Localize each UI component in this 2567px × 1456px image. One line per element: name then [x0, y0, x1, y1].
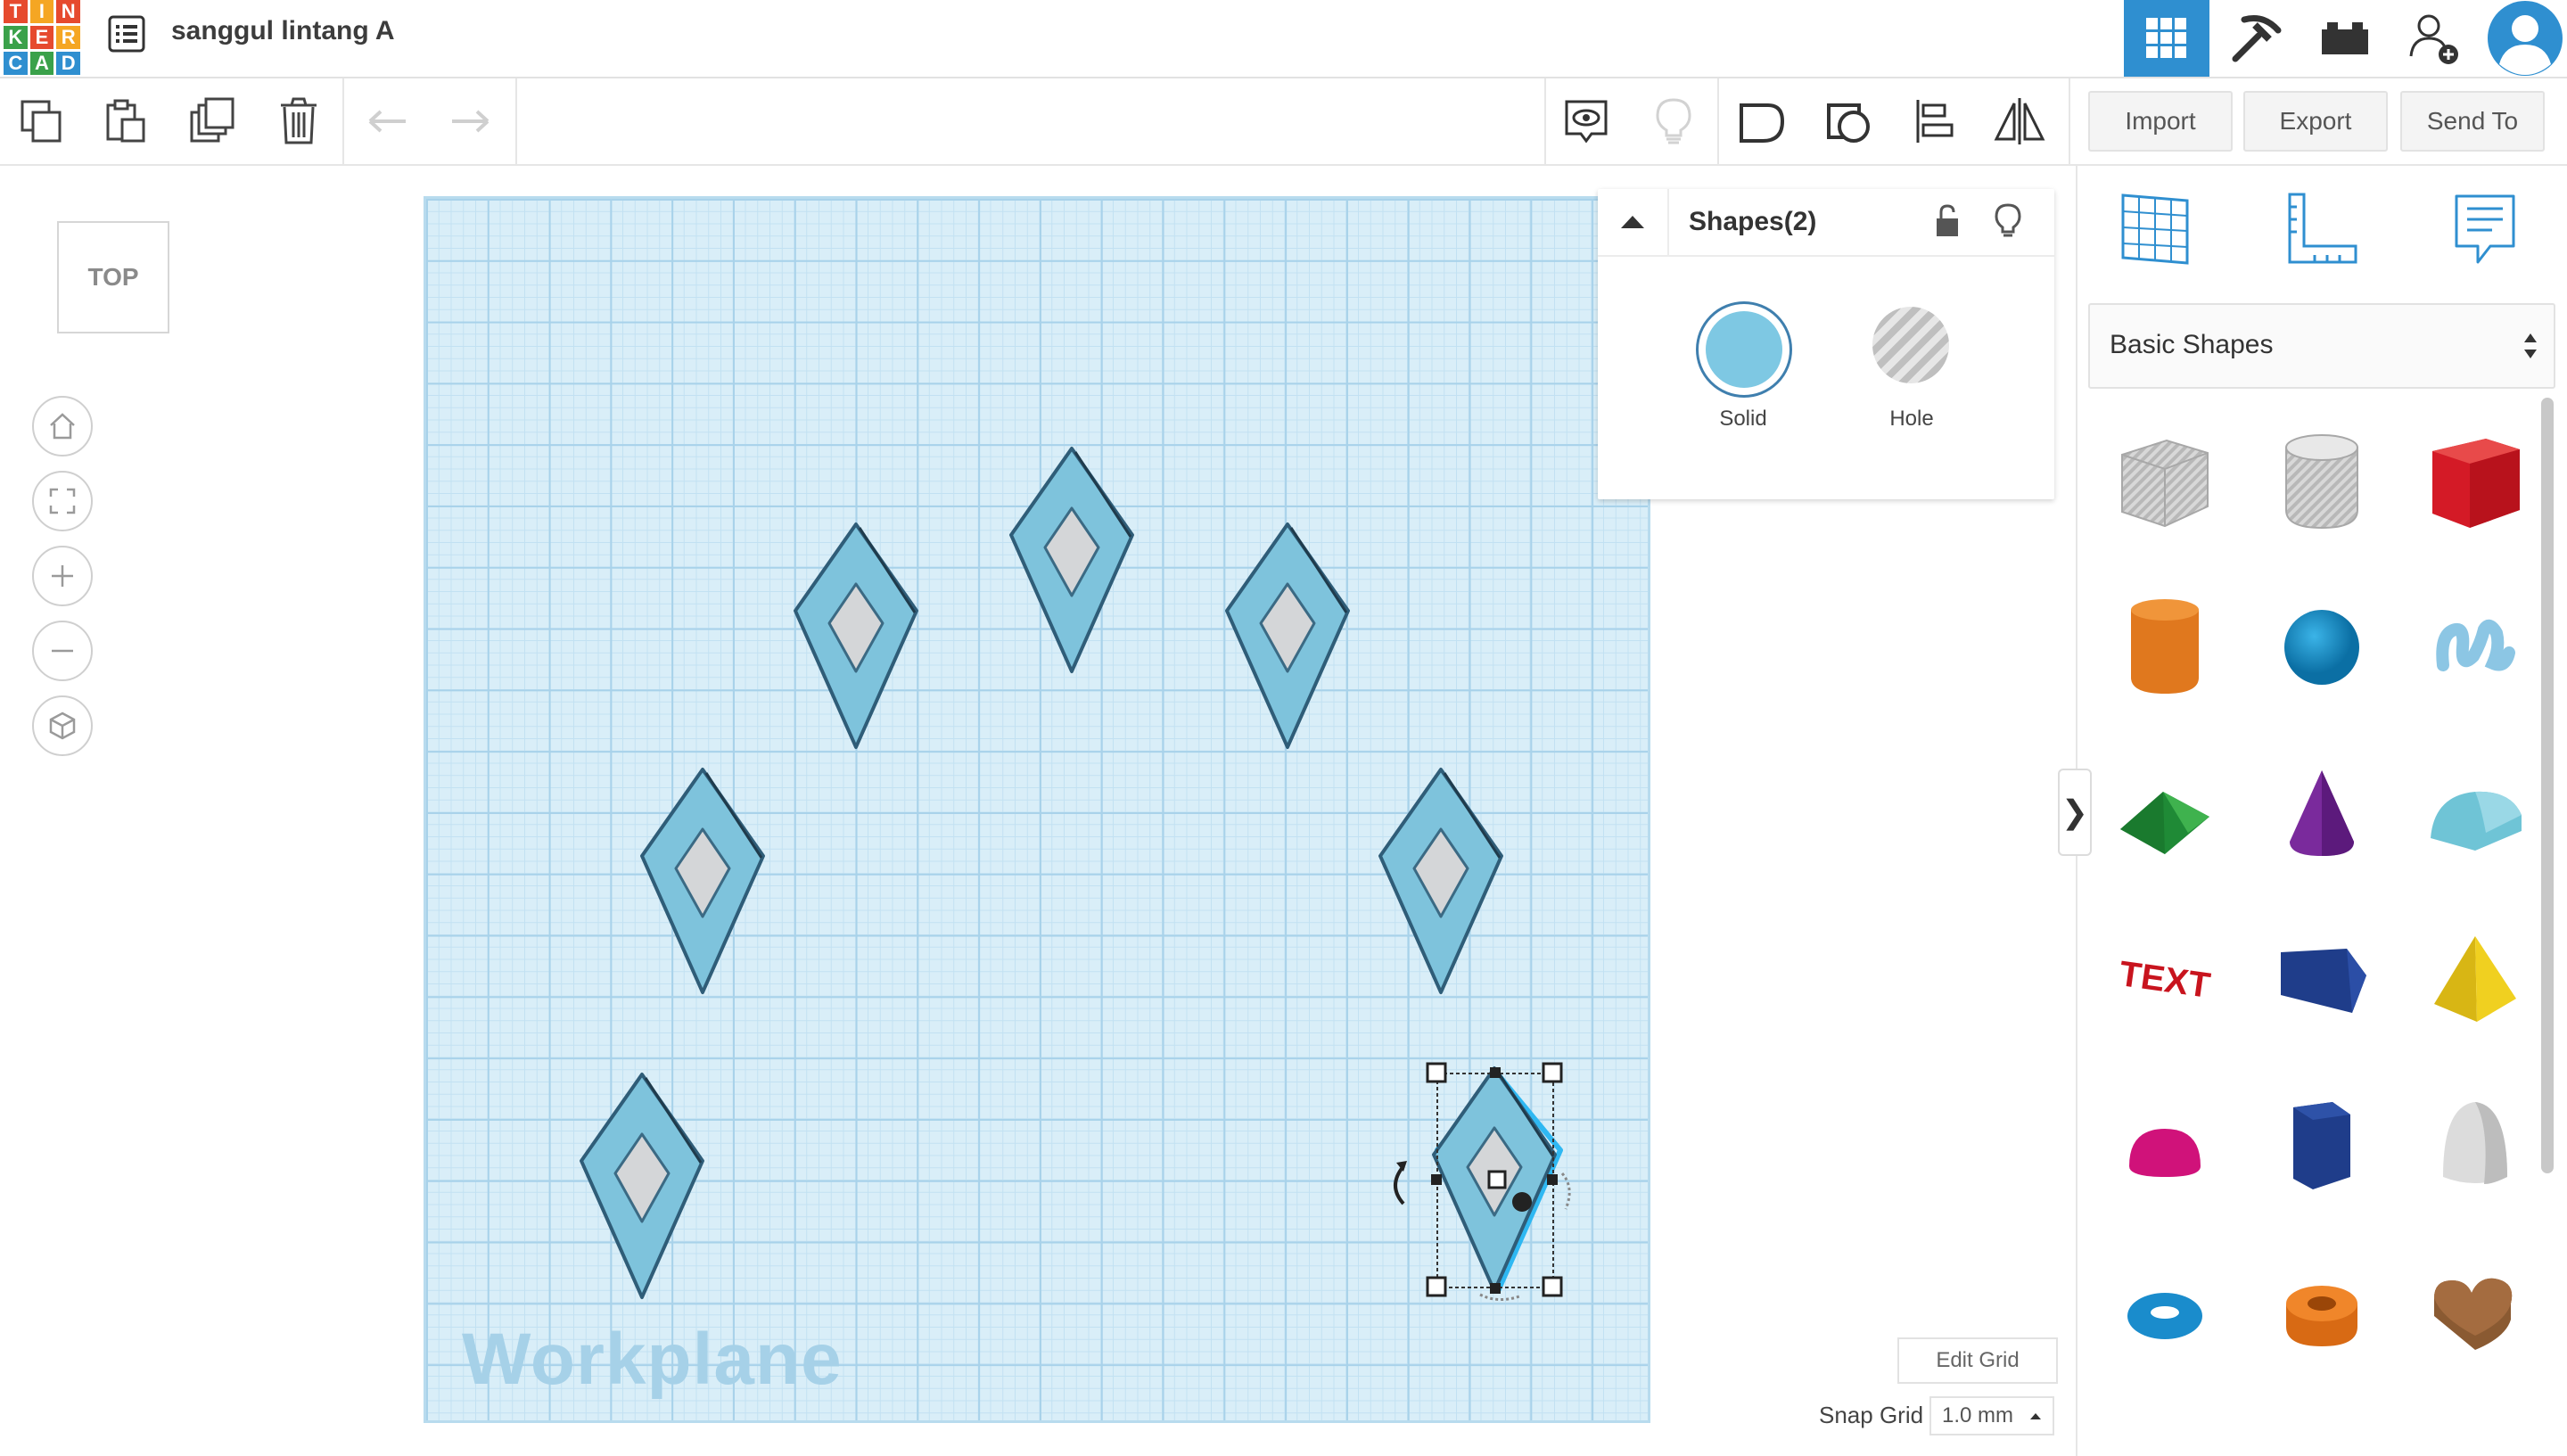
light-bulb-icon — [1995, 203, 2021, 237]
unlock-icon — [1937, 204, 1958, 236]
box-shape[interactable] — [2413, 419, 2538, 544]
kite-shape[interactable] — [640, 768, 765, 994]
notes-icon — [2455, 194, 2515, 264]
chevron-right-icon: ❯ — [2061, 794, 2089, 830]
ruler-icon — [2288, 193, 2357, 264]
svg-text:TEXT: TEXT — [2117, 954, 2212, 1006]
snap-grid-label: Snap Grid — [1819, 1402, 1924, 1428]
solid-swatch — [1706, 311, 1782, 388]
collapse-inspector-button[interactable] — [1598, 189, 1669, 255]
light-button[interactable] — [1988, 202, 2028, 241]
cone-shape[interactable] — [2259, 751, 2384, 876]
kite-shape[interactable] — [1378, 768, 1503, 994]
shape-inspector: Shapes(2) Solid Hole — [1598, 189, 2054, 499]
text-shape[interactable]: TEXT — [2102, 917, 2227, 1041]
rotate-handle-icon[interactable] — [1394, 1164, 1405, 1205]
solid-button[interactable] — [1696, 301, 1792, 398]
solid-label: Solid — [1719, 407, 1767, 431]
inspector-title: Shapes(2) — [1689, 207, 1817, 236]
cylinder-hole-shape[interactable] — [2259, 419, 2384, 544]
shape-category-select[interactable]: Basic Shapes — [2088, 303, 2555, 389]
hole-label: Hole — [1889, 407, 1934, 431]
torus-shape[interactable] — [2102, 1248, 2227, 1373]
select-arrows-icon — [2522, 328, 2539, 368]
polygon-shape[interactable] — [2259, 1082, 2384, 1207]
workplane-icon — [2121, 193, 2189, 265]
hole-button[interactable] — [1872, 307, 1949, 383]
ruler-tab[interactable] — [2281, 189, 2361, 269]
inspector-header: Shapes(2) — [1598, 189, 2054, 257]
library-scrollbar[interactable] — [2541, 398, 2554, 1173]
sphere-shape[interactable] — [2259, 585, 2384, 710]
kite-shape[interactable] — [580, 1073, 704, 1299]
paraboloid-shape[interactable] — [2413, 1082, 2538, 1207]
heart-shape[interactable] — [2413, 1248, 2538, 1373]
edit-grid-button[interactable]: Edit Grid — [1897, 1337, 2058, 1384]
pyramid-shape[interactable] — [2413, 917, 2538, 1041]
cylinder-shape[interactable] — [2102, 585, 2227, 710]
caret-up-icon — [1621, 216, 1644, 228]
box-hole-shape[interactable] — [2102, 419, 2227, 544]
notes-tab[interactable] — [2445, 189, 2525, 269]
tube-shape[interactable] — [2259, 1248, 2384, 1373]
kite-shape[interactable] — [794, 522, 918, 749]
shape-category-value: Basic Shapes — [2110, 330, 2274, 359]
lock-button[interactable] — [1928, 202, 1967, 241]
round-roof-shape[interactable] — [2413, 751, 2538, 876]
kite-shape[interactable] — [1225, 522, 1350, 749]
snap-grid-value: 1.0 mm — [1942, 1403, 2014, 1427]
snap-grid-select[interactable]: 1.0 mm — [1929, 1396, 2054, 1435]
workplane-tab[interactable] — [2115, 189, 2195, 269]
scribble-shape[interactable] — [2413, 585, 2538, 710]
wedge-shape[interactable] — [2259, 917, 2384, 1041]
caret-up-icon — [2030, 1413, 2041, 1419]
collapse-panel-button[interactable]: ❯ — [2058, 769, 2092, 856]
kite-shape[interactable] — [1009, 447, 1134, 673]
roof-shape[interactable] — [2102, 751, 2227, 876]
half-sphere-shape[interactable] — [2102, 1082, 2227, 1207]
